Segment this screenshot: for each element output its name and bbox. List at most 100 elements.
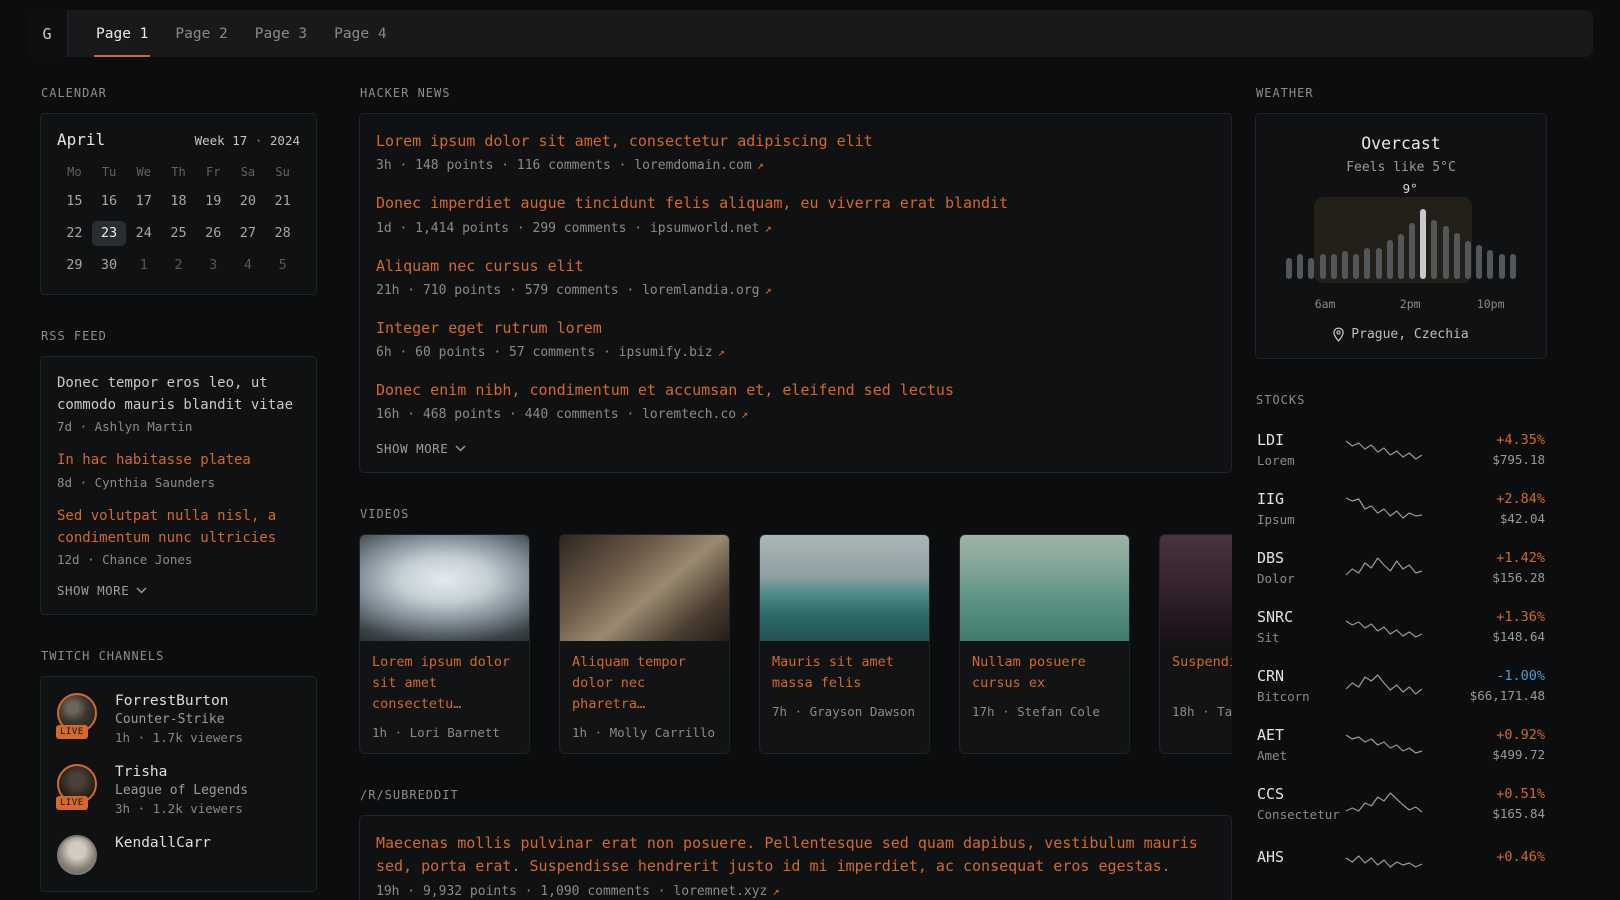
weather-location-row: Prague, Czechia: [1272, 327, 1530, 342]
stock-price: $165.84: [1437, 806, 1545, 821]
calendar-day: 24: [126, 221, 161, 246]
video-card[interactable]: Lorem ipsum dolor sit amet consectetu… 1…: [359, 534, 530, 754]
subreddit-section-title: /R/SUBREDDIT: [360, 788, 1232, 802]
stock-row[interactable]: SNRCSit +1.36%$148.64: [1255, 597, 1547, 656]
rss-show-more-button[interactable]: SHOW MORE: [57, 583, 300, 598]
avatar: [57, 835, 97, 875]
tab-page-4[interactable]: Page 4: [332, 10, 388, 57]
hn-item-domain[interactable]: ipsumify.biz: [619, 345, 713, 360]
hn-item-domain[interactable]: ipsumworld.net: [650, 221, 760, 236]
hn-item-domain[interactable]: loremtech.co: [642, 407, 736, 422]
video-title[interactable]: Suspendisse diam: [1172, 652, 1232, 694]
stock-row[interactable]: AETAmet +0.92%$499.72: [1255, 715, 1547, 774]
hn-item-meta: 6h · 60 points · 57 comments · ipsumify.…: [376, 345, 1215, 360]
middle-column: HACKER NEWS Lorem ipsum dolor sit amet, …: [359, 86, 1232, 900]
subreddit-widget: Maecenas mollis pulvinar erat non posuer…: [359, 815, 1232, 900]
stock-sparkline: [1345, 789, 1423, 819]
video-meta: 17h · Stefan Cole: [972, 704, 1117, 719]
stock-row[interactable]: DBSDolor +1.42%$156.28: [1255, 538, 1547, 597]
stock-name: Ipsum: [1257, 512, 1345, 527]
twitch-channel[interactable]: LIVE Trisha League of Legends 3h · 1.2k …: [57, 764, 300, 816]
twitch-channel[interactable]: KendallCarr: [57, 835, 300, 875]
stock-name: Amet: [1257, 748, 1345, 763]
external-link-icon: ↗: [772, 884, 779, 898]
calendar-dow: We: [126, 162, 161, 182]
video-meta: 18h · Tara: [1172, 704, 1232, 719]
stock-symbol: CCS: [1257, 785, 1345, 803]
calendar-day: 1: [126, 253, 161, 278]
page-tabs: Page 1 Page 2 Page 3 Page 4: [68, 10, 389, 57]
calendar-day: 21: [265, 189, 300, 214]
stock-row[interactable]: IIGIpsum +2.84%$42.04: [1255, 479, 1547, 538]
rss-item-title[interactable]: Sed volutpat nulla nisl, a condimentum n…: [57, 506, 300, 549]
rss-item: Donec tempor eros leo, ut commodo mauris…: [57, 373, 300, 434]
video-card[interactable]: Suspendisse diam 18h · Tara: [1159, 534, 1232, 754]
hn-item-title[interactable]: Donec imperdiet augue tincidunt felis al…: [376, 192, 1215, 215]
video-thumbnail[interactable]: [360, 535, 529, 641]
rss-item-title[interactable]: In hac habitasse platea: [57, 450, 300, 472]
live-badge: LIVE: [56, 796, 88, 810]
calendar-widget: April Week 17 · 2024 Mo Tu We Th Fr Sa: [40, 113, 317, 295]
logo[interactable]: G: [27, 10, 68, 57]
calendar-day: 5: [265, 253, 300, 278]
stock-name: Dolor: [1257, 571, 1345, 586]
weather-time-label: 2pm: [1400, 297, 1421, 311]
calendar-day-selected: 23: [92, 221, 127, 246]
twitch-channel[interactable]: LIVE ForrestBurton Counter-Strike 1h · 1…: [57, 693, 300, 745]
calendar-day: 29: [57, 253, 92, 278]
stock-row[interactable]: LDILorem +4.35%$795.18: [1255, 420, 1547, 479]
stock-sparkline: [1345, 553, 1423, 583]
hn-item-title[interactable]: Donec enim nibh, condimentum et accumsan…: [376, 379, 1215, 402]
stock-price: $156.28: [1437, 570, 1545, 585]
reddit-post-domain[interactable]: loremnet.xyz: [673, 884, 767, 899]
stock-price: $66,171.48: [1437, 688, 1545, 703]
stock-change: +0.92%: [1437, 727, 1545, 743]
tab-page-2[interactable]: Page 2: [173, 10, 229, 57]
stocks-section-title: STOCKS: [1256, 393, 1547, 407]
stock-change: +0.51%: [1437, 786, 1545, 802]
hn-item-domain[interactable]: loremdomain.com: [634, 158, 751, 173]
stock-row[interactable]: AHS +0.46%: [1255, 833, 1547, 885]
calendar-day: 27: [231, 221, 266, 246]
weather-location: Prague, Czechia: [1351, 327, 1468, 342]
video-thumbnail[interactable]: [560, 535, 729, 641]
reddit-post: Maecenas mollis pulvinar erat non posuer…: [376, 832, 1215, 899]
calendar-day: 16: [92, 189, 127, 214]
stock-row[interactable]: CRNBitcorn -1.00%$66,171.48: [1255, 656, 1547, 715]
hn-item-domain[interactable]: loremlandia.org: [642, 283, 759, 298]
tab-page-1[interactable]: Page 1: [94, 10, 150, 57]
video-card[interactable]: Mauris sit amet massa felis 7h · Grayson…: [759, 534, 930, 754]
stock-name: Sit: [1257, 630, 1345, 645]
video-title[interactable]: Aliquam tempor dolor nec pharetra…: [572, 652, 717, 715]
dashboard-page: G Page 1 Page 2 Page 3 Page 4 CALENDAR A…: [0, 0, 1620, 900]
video-thumbnail[interactable]: [760, 535, 929, 641]
reddit-post-meta: 19h · 9,932 points · 1,090 comments · lo…: [376, 884, 1215, 899]
video-card[interactable]: Aliquam tempor dolor nec pharetra… 1h · …: [559, 534, 730, 754]
calendar-dow: Th: [161, 162, 196, 182]
tab-page-3[interactable]: Page 3: [253, 10, 309, 57]
video-thumbnail[interactable]: [1160, 535, 1232, 641]
hn-item-title[interactable]: Integer eget rutrum lorem: [376, 317, 1215, 340]
right-column: WEATHER Overcast Feels like 5°C 9° 6am 2…: [1255, 86, 1547, 900]
weather-condition: Overcast: [1272, 134, 1530, 153]
video-thumbnail[interactable]: [960, 535, 1129, 641]
video-title[interactable]: Mauris sit amet massa felis: [772, 652, 917, 694]
weather-chart: 9°: [1286, 209, 1516, 279]
stock-name: Bitcorn: [1257, 689, 1345, 704]
twitch-section-title: TWITCH CHANNELS: [41, 649, 317, 663]
reddit-post-title[interactable]: Maecenas mollis pulvinar erat non posuer…: [376, 832, 1215, 879]
video-title[interactable]: Lorem ipsum dolor sit amet consectetu…: [372, 652, 517, 715]
stock-name: Lorem: [1257, 453, 1345, 468]
hn-item-title[interactable]: Lorem ipsum dolor sit amet, consectetur …: [376, 130, 1215, 153]
weather-section-title: WEATHER: [1256, 86, 1547, 100]
external-link-icon: ↗: [741, 407, 748, 421]
rss-item-title[interactable]: Donec tempor eros leo, ut commodo mauris…: [57, 373, 300, 416]
video-meta: 7h · Grayson Dawson: [772, 704, 917, 719]
stock-price: $148.64: [1437, 629, 1545, 644]
hn-item-title[interactable]: Aliquam nec cursus elit: [376, 255, 1215, 278]
stock-row[interactable]: CCSConsectetur +0.51%$165.84: [1255, 774, 1547, 833]
stock-sparkline: [1345, 730, 1423, 760]
video-card[interactable]: Nullam posuere cursus ex 17h · Stefan Co…: [959, 534, 1130, 754]
video-title[interactable]: Nullam posuere cursus ex: [972, 652, 1117, 694]
hn-show-more-button[interactable]: SHOW MORE: [376, 441, 1215, 456]
